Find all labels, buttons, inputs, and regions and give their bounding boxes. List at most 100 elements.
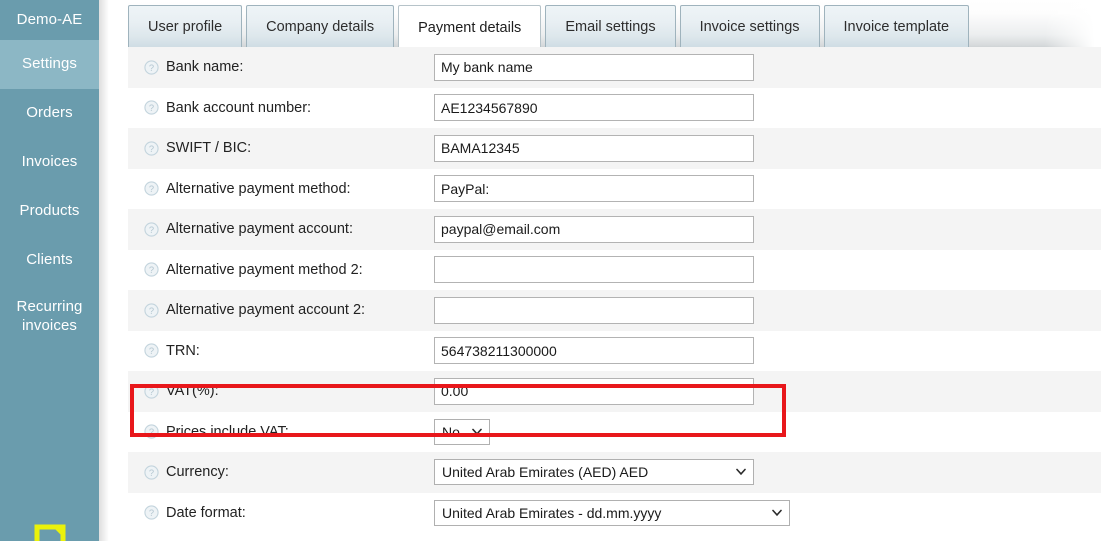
trn-input[interactable] bbox=[434, 337, 754, 365]
form-row-trn: ? TRN: bbox=[128, 330, 1101, 371]
field-container bbox=[434, 256, 1101, 284]
question-mark-circle-icon[interactable]: ? bbox=[144, 141, 159, 156]
app-root: Demo-AE Settings Orders Invoices Product… bbox=[0, 0, 1101, 541]
select-value: United Arab Emirates (AED) AED bbox=[442, 464, 649, 481]
question-mark-circle-icon[interactable]: ? bbox=[144, 343, 159, 358]
tab-strip: User profile Company details Payment det… bbox=[128, 0, 1101, 50]
tab-label: Email settings bbox=[565, 18, 656, 35]
alternative-payment-account-2-input[interactable] bbox=[434, 296, 754, 324]
sidebar-shadow bbox=[99, 0, 109, 541]
tab-list: User profile Company details Payment det… bbox=[128, 5, 970, 50]
question-mark-circle-icon[interactable]: ? bbox=[144, 424, 159, 439]
sidebar-item-clients[interactable]: Clients bbox=[0, 236, 99, 285]
svg-text:?: ? bbox=[149, 225, 154, 235]
svg-text:?: ? bbox=[149, 63, 154, 73]
payment-details-form: ? Bank name:? Bank account number:? SWIFT /… bbox=[128, 47, 1101, 541]
date-format-select[interactable]: United Arab Emirates - dd.mm.yyyy bbox=[434, 499, 790, 526]
question-mark-circle-icon[interactable]: ? bbox=[144, 100, 159, 115]
question-mark-circle-icon[interactable]: ? bbox=[144, 505, 159, 520]
field-label: Alternative payment method 2: bbox=[166, 261, 363, 278]
sidebar-item-label: Settings bbox=[22, 55, 77, 73]
form-row-prices-include-vat: ? Prices include VAT: No bbox=[128, 411, 1101, 452]
question-mark-circle-icon[interactable]: ? bbox=[144, 222, 159, 237]
field-container bbox=[434, 296, 1101, 324]
expand-icon[interactable] bbox=[34, 521, 66, 541]
form-row-bank-account-number: ? Bank account number: bbox=[128, 87, 1101, 128]
svg-text:?: ? bbox=[149, 427, 154, 437]
sidebar-item-products[interactable]: Products bbox=[0, 187, 99, 236]
question-mark-circle-icon[interactable]: ? bbox=[144, 181, 159, 196]
form-row-alternative-payment-account-2: ? Alternative payment account 2: bbox=[128, 290, 1101, 331]
field-label: Alternative payment account: bbox=[166, 221, 353, 238]
form-row-alternative-payment-method: ? Alternative payment method: bbox=[128, 168, 1101, 209]
tab-email-settings[interactable]: Email settings bbox=[545, 5, 676, 47]
select-value: No bbox=[442, 423, 460, 440]
sidebar-item-label: Invoices bbox=[21, 153, 78, 171]
field-container bbox=[434, 134, 1101, 162]
chevron-down-icon bbox=[736, 468, 746, 476]
svg-text:?: ? bbox=[149, 144, 154, 154]
field-label: Bank name: bbox=[166, 59, 244, 76]
vat-input[interactable] bbox=[434, 377, 754, 405]
tab-payment-details[interactable]: Payment details bbox=[398, 5, 542, 50]
field-container: United Arab Emirates (AED) AED bbox=[434, 459, 1101, 486]
sidebar-brand[interactable]: Demo-AE bbox=[0, 0, 99, 40]
tab-strip-fade bbox=[1045, 0, 1101, 47]
svg-text:?: ? bbox=[149, 387, 154, 397]
chevron-down-icon bbox=[472, 428, 482, 435]
form-row-bank-name: ? Bank name: bbox=[128, 47, 1101, 88]
sidebar-item-orders[interactable]: Orders bbox=[0, 89, 99, 138]
sidebar-item-label: Products bbox=[19, 202, 80, 220]
field-container bbox=[434, 215, 1101, 243]
tab-user-profile[interactable]: User profile bbox=[128, 5, 243, 47]
chevron-down-icon bbox=[772, 509, 782, 516]
tab-label: User profile bbox=[148, 18, 223, 35]
field-label: Alternative payment account 2: bbox=[166, 302, 366, 319]
field-label: Alternative payment method: bbox=[166, 180, 351, 197]
sidebar: Demo-AE Settings Orders Invoices Product… bbox=[0, 0, 99, 541]
form-row-currency: ? Currency: United Arab Emirates (AED) AED bbox=[128, 452, 1101, 493]
bank-account-number-input[interactable] bbox=[434, 94, 754, 122]
svg-text:?: ? bbox=[149, 508, 154, 518]
sidebar-item-invoices[interactable]: Invoices bbox=[0, 138, 99, 187]
tab-invoice-settings[interactable]: Invoice settings bbox=[679, 5, 820, 47]
form-row-alternative-payment-account: ? Alternative payment account: bbox=[128, 209, 1101, 250]
tab-label: Invoice template bbox=[843, 18, 950, 35]
field-label: TRN: bbox=[166, 342, 200, 359]
field-container bbox=[434, 377, 1101, 405]
question-mark-circle-icon[interactable]: ? bbox=[144, 60, 159, 75]
alternative-payment-method-input[interactable] bbox=[434, 175, 754, 203]
select-value: United Arab Emirates - dd.mm.yyyy bbox=[442, 504, 662, 521]
form-row-date-format: ? Date format: United Arab Emirates - dd.m… bbox=[128, 492, 1101, 533]
question-mark-circle-icon[interactable]: ? bbox=[144, 303, 159, 318]
field-container bbox=[434, 94, 1101, 122]
tab-invoice-template[interactable]: Invoice template bbox=[823, 5, 970, 47]
svg-text:?: ? bbox=[149, 184, 154, 194]
form-row-alternative-payment-method-2: ? Alternative payment method 2: bbox=[128, 249, 1101, 290]
alternative-payment-account-input[interactable] bbox=[434, 215, 754, 243]
tab-label: Invoice settings bbox=[699, 18, 800, 35]
field-label: Date format: bbox=[166, 504, 246, 521]
field-container bbox=[434, 53, 1101, 81]
alternative-payment-method-2-input[interactable] bbox=[434, 256, 754, 284]
swift-bic-input[interactable] bbox=[434, 134, 754, 162]
question-mark-circle-icon[interactable]: ? bbox=[144, 465, 159, 480]
currency-select[interactable]: United Arab Emirates (AED) AED bbox=[434, 459, 754, 486]
svg-text:?: ? bbox=[149, 103, 154, 113]
prices-include-vat-select[interactable]: No bbox=[434, 418, 490, 445]
bank-name-input[interactable] bbox=[434, 53, 754, 81]
sidebar-item-recurring-invoices[interactable]: Recurring invoices bbox=[0, 285, 99, 349]
field-label: VAT(%): bbox=[166, 383, 219, 400]
sidebar-item-settings[interactable]: Settings bbox=[0, 40, 99, 89]
svg-text:?: ? bbox=[149, 468, 154, 478]
svg-text:?: ? bbox=[149, 306, 154, 316]
sidebar-brand-label: Demo-AE bbox=[16, 10, 83, 28]
tab-company-details[interactable]: Company details bbox=[246, 5, 395, 47]
question-mark-circle-icon[interactable]: ? bbox=[144, 384, 159, 399]
field-label: Bank account number: bbox=[166, 99, 312, 116]
field-container: United Arab Emirates - dd.mm.yyyy bbox=[434, 499, 1101, 526]
question-mark-circle-icon[interactable]: ? bbox=[144, 262, 159, 277]
field-container bbox=[434, 175, 1101, 203]
field-label: SWIFT / BIC: bbox=[166, 140, 252, 157]
svg-text:?: ? bbox=[149, 346, 154, 356]
